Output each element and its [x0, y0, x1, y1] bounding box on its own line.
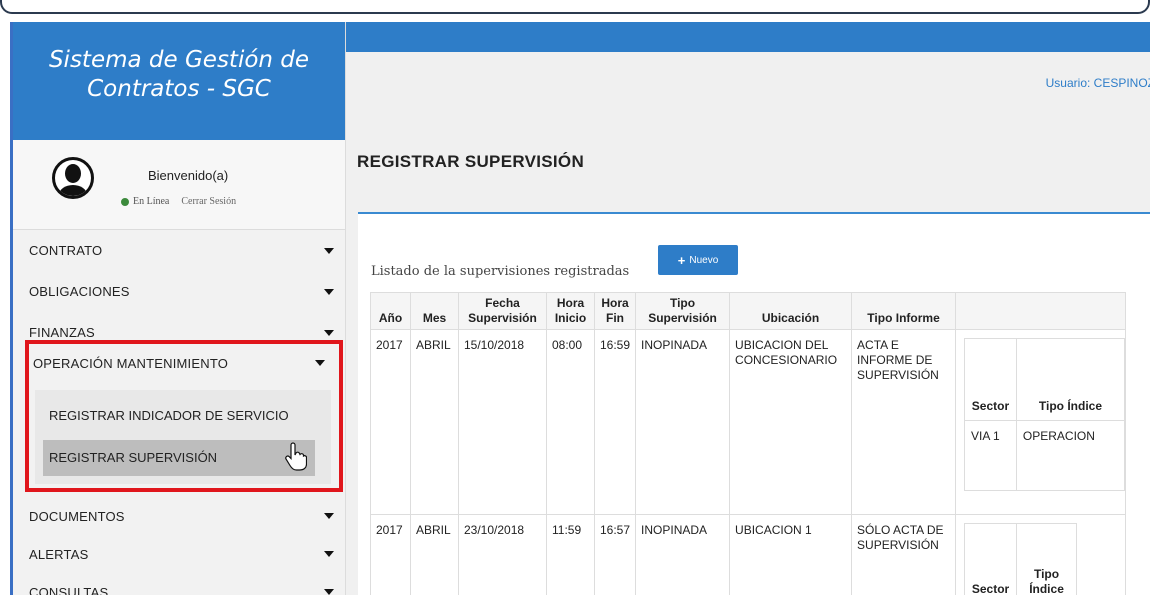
- caret-down-icon: [324, 329, 334, 336]
- welcome-text: Bienvenido(a): [148, 168, 229, 183]
- menu-item-label: ALERTAS: [29, 546, 89, 562]
- cell-informe: SÓLO ACTA DE SUPERVISIÓN: [851, 514, 957, 595]
- cell-hora-fin: 16:57: [593, 514, 637, 595]
- table-header-row: Año Mes Fecha Supervisión Hora Inicio Ho…: [370, 292, 1127, 330]
- cell-tipo: INOPINADA: [635, 329, 731, 515]
- user-bar: Usuario: CESPINOZ: [346, 52, 1150, 110]
- window-frame: [0, 0, 1150, 14]
- cell-ubicacion: UBICACION DEL CONCESIONARIO: [729, 329, 853, 515]
- plus-icon: +: [677, 252, 686, 268]
- col-header-hora-inicio: Hora Inicio: [546, 292, 595, 330]
- cell-anio: 2017: [370, 514, 411, 595]
- cell-mes: ABRIL: [410, 329, 459, 515]
- submenu-item-label: REGISTRAR SUPERVISIÓN: [49, 450, 218, 465]
- list-label: Listado de la supervisiones registradas: [371, 264, 630, 279]
- hand-cursor-icon: [285, 442, 307, 471]
- col-header-anio: Año: [370, 292, 411, 330]
- user-panel: Bienvenido(a) En Línea Cerrar Sesión: [13, 140, 345, 230]
- new-button[interactable]: + Nuevo: [658, 245, 738, 275]
- menu-item-operacion-mantenimiento[interactable]: OPERACIÓN MANTENIMIENTO: [29, 344, 339, 382]
- cell-anio: 2017: [370, 329, 411, 515]
- detail-table: Sector Tipo Índice VIA 1 OPERACION: [964, 338, 1126, 491]
- col-header-detalle: [955, 292, 1127, 330]
- menu-item-label: DOCUMENTOS: [29, 508, 125, 524]
- col-header-tipo-informe: Tipo Informe: [851, 292, 957, 330]
- page-title: REGISTRAR SUPERVISIÓN: [357, 152, 585, 171]
- menu-item-label: CONTRATO: [29, 243, 103, 258]
- caret-down-icon: [324, 247, 334, 254]
- detail-cell-indice: OPERACION: [1015, 420, 1126, 491]
- supervision-table: Año Mes Fecha Supervisión Hora Inicio Ho…: [370, 292, 1127, 595]
- sidebar-menu-lower: DOCUMENTOS ALERTAS CONSULTAS: [13, 497, 346, 595]
- menu-item-label: CONSULTAS: [29, 584, 109, 595]
- main-content: Usuario: CESPINOZ REGISTRAR SUPERVISIÓN …: [346, 22, 1150, 595]
- caret-down-icon: [324, 551, 334, 557]
- detail-header-indice: Tipo Índice: [1015, 338, 1126, 421]
- detail-cell-sector: VIA 1: [964, 420, 1017, 491]
- menu-item-obligaciones[interactable]: OBLIGACIONES: [13, 271, 346, 312]
- caret-down-icon: [315, 360, 325, 366]
- submenu-item-registrar-indicador[interactable]: REGISTRAR INDICADOR DE SERVICIO: [49, 408, 289, 423]
- detail-header-indice: Tipo Índice: [1016, 523, 1078, 595]
- menu-item-documentos[interactable]: DOCUMENTOS: [13, 497, 346, 535]
- col-header-fecha: Fecha Supervisión: [458, 292, 547, 330]
- cell-hora-inicio: 11:59: [546, 514, 595, 595]
- submenu-operacion: REGISTRAR INDICADOR DE SERVICIO REGISTRA…: [35, 390, 331, 484]
- menu-item-alertas[interactable]: ALERTAS: [13, 535, 346, 573]
- menu-item-label: OBLIGACIONES: [29, 284, 130, 299]
- menu-item-consultas[interactable]: CONSULTAS: [13, 573, 346, 595]
- col-header-mes: Mes: [410, 292, 459, 330]
- cell-ubicacion: UBICACION 1: [729, 514, 853, 595]
- menu-item-contrato[interactable]: CONTRATO: [13, 230, 346, 271]
- sidebar: Sistema de Gestión de Contratos - SGC Bi…: [13, 22, 346, 595]
- caret-down-icon: [324, 513, 334, 519]
- cell-informe: ACTA E INFORME DE SUPERVISIÓN: [851, 329, 957, 515]
- menu-item-label: OPERACIÓN MANTENIMIENTO: [33, 355, 229, 371]
- col-header-tipo-supervision: Tipo Supervisión: [635, 292, 731, 330]
- app-title: Sistema de Gestión de Contratos - SGC: [13, 22, 345, 140]
- sidebar-menu: CONTRATO OBLIGACIONES FINANZAS: [13, 230, 346, 353]
- online-status-label: En Línea: [133, 196, 170, 207]
- avatar-icon: [52, 157, 94, 199]
- detail-table: Sector Tipo Índice: [964, 523, 1078, 595]
- col-header-hora-fin: Hora Fin: [593, 292, 637, 330]
- cell-hora-inicio: 08:00: [546, 329, 595, 515]
- logout-link[interactable]: Cerrar Sesión: [181, 196, 236, 207]
- new-button-label: Nuevo: [689, 254, 719, 266]
- user-label[interactable]: Usuario: CESPINOZ: [1046, 76, 1150, 90]
- detail-header-sector: Sector: [964, 523, 1018, 595]
- cell-fecha: 23/10/2018: [458, 514, 547, 595]
- supervision-panel: Listado de la supervisiones registradas …: [358, 212, 1150, 595]
- table-row[interactable]: 2017 ABRIL 15/10/2018 08:00 16:59 INOPIN…: [370, 329, 1127, 515]
- cell-detalle: Sector Tipo Índice: [955, 514, 1127, 595]
- table-row[interactable]: 2017 ABRIL 23/10/2018 11:59 16:57 INOPIN…: [370, 514, 1127, 595]
- detail-header-sector: Sector: [964, 338, 1017, 421]
- highlighted-menu-group: OPERACIÓN MANTENIMIENTO REGISTRAR INDICA…: [25, 340, 343, 492]
- caret-down-icon: [324, 589, 334, 595]
- col-header-ubicacion: Ubicación: [729, 292, 853, 330]
- cell-mes: ABRIL: [410, 514, 459, 595]
- caret-down-icon: [324, 288, 334, 295]
- top-bar: [346, 22, 1150, 52]
- user-status: En Línea Cerrar Sesión: [121, 196, 236, 207]
- app-window: Sistema de Gestión de Contratos - SGC Bi…: [10, 22, 1150, 595]
- cell-hora-fin: 16:59: [593, 329, 637, 515]
- menu-item-label: FINANZAS: [29, 325, 95, 340]
- online-dot-icon: [121, 197, 129, 206]
- cell-detalle: Sector Tipo Índice VIA 1 OPERACION: [955, 329, 1127, 515]
- cell-tipo: INOPINADA: [635, 514, 731, 595]
- cell-fecha: 15/10/2018: [458, 329, 547, 515]
